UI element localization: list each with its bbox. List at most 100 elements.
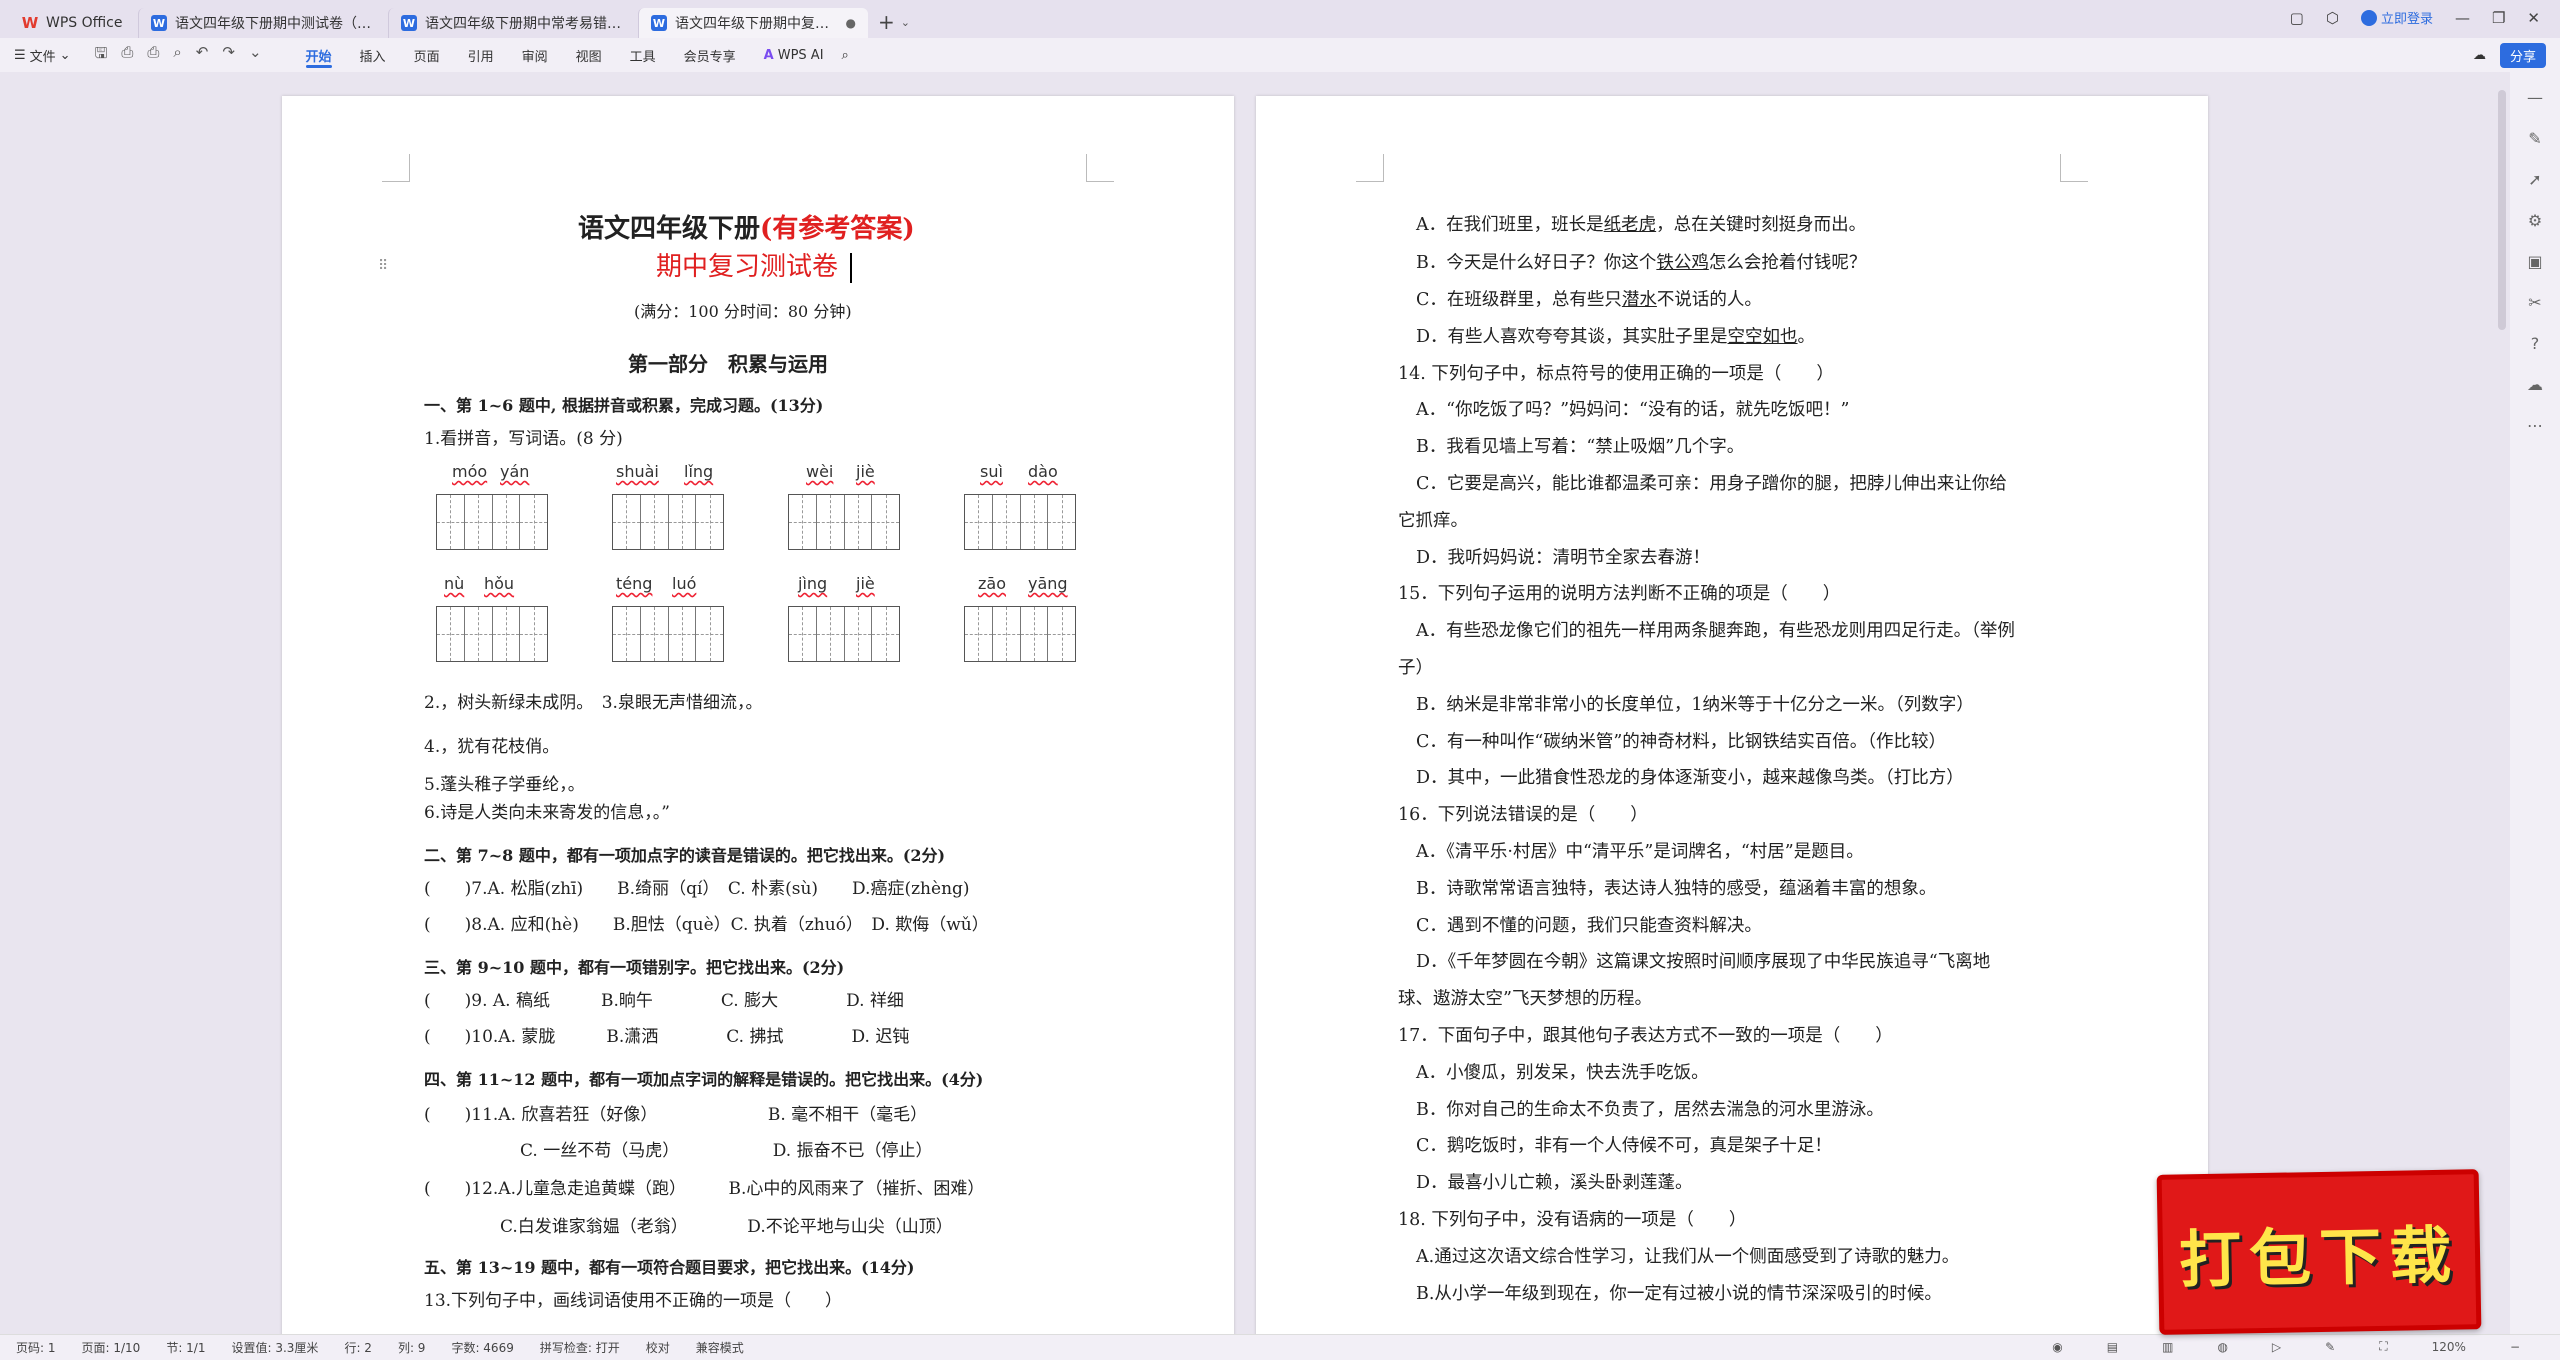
writing-grid[interactable] (964, 606, 1076, 662)
adjust-icon[interactable]: ⚙ (2528, 211, 2542, 230)
collapse-icon[interactable]: — (2527, 88, 2543, 107)
page2-line: B．你对自己的生命太不负责了，居然去湍急的河水里游泳。 (1416, 1100, 1884, 1120)
zoom-level[interactable]: 120% (2432, 1340, 2466, 1354)
print-preview-icon[interactable]: ⌕ (173, 43, 181, 68)
status-page: 页码: 1 (16, 1341, 56, 1355)
writing-grid[interactable] (964, 494, 1076, 550)
margin-mark (1086, 154, 1114, 182)
status-right: ◉ ▤ ▥ ◍ ▷ ✎ ⛶ 120% − (2052, 1339, 2546, 1354)
eye-icon[interactable]: ◉ (2052, 1340, 2062, 1354)
status-setting: 设置值: 3.3厘米 (231, 1341, 319, 1355)
cloud-doc-icon[interactable]: ☁ (2527, 375, 2543, 394)
download-banner[interactable]: 打包下载 (2156, 1169, 2482, 1335)
window-controls: ▢ ⬡ 立即登录 — ❐ ✕ (2290, 8, 2540, 28)
pinyin: téng (616, 574, 653, 593)
page-subtitle[interactable]: 期中复习测试卷 (656, 246, 853, 283)
new-tab-button[interactable]: + (878, 10, 895, 34)
wps-logo-icon: W (21, 14, 39, 32)
save-icon[interactable]: 🖫 (95, 43, 108, 68)
close-window-icon[interactable]: ✕ (2527, 9, 2540, 27)
layout-icon[interactable]: ▢ (2290, 9, 2304, 27)
status-proof[interactable]: 校对 (646, 1339, 670, 1356)
section-heading: 四、第 11~12 题中，都有一项加点字词的解释是错误的。把它找出来。(4分) (424, 1070, 984, 1089)
export-pdf-icon[interactable]: ⎙ (121, 43, 133, 68)
menu-page[interactable]: 页面 (400, 38, 454, 72)
cloud-icon[interactable]: ☁ (2473, 48, 2486, 63)
question-11-cd: C. 一丝不苟（马虎） D. 振奋不已（停止） (520, 1141, 933, 1161)
menu-insert[interactable]: 插入 (346, 38, 400, 72)
writing-grid[interactable] (612, 606, 724, 662)
page-2: A．在我们班里，班长是纸老虎，总在关键时刻挺身而出。 B．今天是什么好日子？你这个… (1256, 96, 2208, 1334)
more-icon[interactable]: ⋯ (2527, 416, 2543, 435)
tab-wps-home[interactable]: W WPS Office (10, 8, 138, 38)
chevron-down-icon: ⌄ (59, 47, 71, 63)
writing-grid[interactable] (788, 494, 900, 550)
edit-icon[interactable]: ✎ (2325, 1340, 2335, 1354)
question-10: ( )10.A. 蒙胧 B.潇洒 C. 拂拭 D. 迟钝 (424, 1027, 910, 1047)
page2-line: 子） (1398, 658, 1433, 678)
menu-reference[interactable]: 引用 (454, 38, 508, 72)
status-word-count[interactable]: 字数: 4669 (451, 1339, 513, 1356)
writing-grid[interactable] (788, 606, 900, 662)
page2-line: 18. 下列句子中，没有语病的一项是（ ） (1398, 1210, 1747, 1230)
page2-line: 14. 下列句子中，标点符号的使用正确的一项是（ ） (1398, 364, 1834, 384)
zoom-out-icon[interactable]: − (2510, 1340, 2520, 1354)
web-view-icon[interactable]: ◍ (2217, 1340, 2227, 1354)
undo-icon[interactable]: ↶ (196, 43, 209, 68)
help-icon[interactable]: ? (2531, 334, 2540, 353)
writing-grid[interactable] (436, 494, 548, 550)
word-doc-icon: W (651, 15, 667, 31)
more-chevron-icon[interactable]: ⌄ (249, 43, 262, 68)
wps-ai-label: WPS AI (777, 47, 824, 63)
print-icon[interactable]: ⎙ (147, 43, 159, 68)
login-button[interactable]: 立即登录 (2360, 8, 2433, 27)
pinyin: shuài (616, 462, 659, 481)
underlined-word: 潜水 (1621, 290, 1657, 310)
minimize-icon[interactable]: — (2455, 9, 2470, 27)
banner-text: 打包下载 (2178, 1218, 2460, 1297)
menu-review[interactable]: 审阅 (508, 38, 562, 72)
vertical-scrollbar[interactable] (2498, 90, 2506, 330)
question-13: 13.下列句子中，画线词语使用不正确的一项是（ ） (424, 1291, 843, 1311)
tab-document-2[interactable]: W 语文四年级下册期中常考易错真题检测 (388, 8, 638, 38)
pinyin: nù (444, 574, 465, 593)
menu-tools[interactable]: 工具 (616, 38, 670, 72)
page-view-icon[interactable]: ▤ (2107, 1340, 2118, 1354)
tab-bar: W WPS Office W 语文四年级下册期中测试卷（含答案） W 语文四年级… (0, 0, 2560, 38)
status-pages[interactable]: 页面: 1/10 (82, 1339, 141, 1356)
image-icon[interactable]: ▣ (2527, 252, 2542, 271)
pinyin: dào (1028, 462, 1058, 481)
cube-icon[interactable]: ⬡ (2326, 9, 2339, 27)
file-menu-label: 文件 (29, 49, 56, 65)
restore-icon[interactable]: ❐ (2492, 9, 2505, 27)
close-tab-icon[interactable]: ● (840, 16, 856, 30)
menu-member[interactable]: 会员专享 (670, 38, 750, 72)
tab-list-chevron-icon[interactable]: ⌄ (901, 16, 910, 29)
read-mode-icon[interactable]: ▥ (2162, 1340, 2173, 1354)
menu-start[interactable]: 开始 (292, 38, 346, 72)
tools-icon[interactable]: ✂ (2528, 293, 2541, 312)
writing-grid[interactable] (436, 606, 548, 662)
pinyin: jiè (856, 462, 875, 481)
page2-line: A．有些恐龙像它们的祖先一样用两条腿奔跑，有些恐龙则用四足行走。（举例 (1416, 621, 2015, 641)
status-spell-check[interactable]: 拼写检查: 打开 (540, 1339, 620, 1356)
select-icon[interactable]: ➚ (2528, 170, 2541, 189)
score-line: (满分：100 分时间：80 分钟) (634, 302, 852, 321)
play-icon[interactable]: ▷ (2272, 1340, 2281, 1354)
file-menu[interactable]: ☰ 文件 ⌄ (14, 46, 71, 65)
fit-icon[interactable]: ⛶ (2379, 1339, 2387, 1354)
page2-line: B．纳米是非常非常小的长度单位，1纳米等于十亿分之一米。（列数字） (1416, 695, 1974, 715)
writing-grid[interactable] (612, 494, 724, 550)
drag-handle-icon[interactable]: ⠿ (378, 258, 388, 274)
share-button[interactable]: 分享 (2499, 43, 2546, 68)
wps-ai-button[interactable]: A WPS AI (764, 48, 824, 63)
menu-view[interactable]: 视图 (562, 38, 616, 72)
search-icon[interactable]: ⌕ (842, 48, 849, 63)
right-sidebar: — ✎ ➚ ⚙ ▣ ✂ ? ☁ ⋯ (2510, 72, 2560, 1334)
page2-line: 它抓痒。 (1398, 511, 1468, 531)
pinyin: lǐng (684, 462, 714, 481)
redo-icon[interactable]: ↷ (222, 43, 235, 68)
pen-icon[interactable]: ✎ (2528, 129, 2541, 148)
tab-document-3-active[interactable]: W 语文四年级下册期中复习测试卷 ● (638, 8, 868, 38)
tab-document-1[interactable]: W 语文四年级下册期中测试卷（含答案） (138, 8, 388, 38)
